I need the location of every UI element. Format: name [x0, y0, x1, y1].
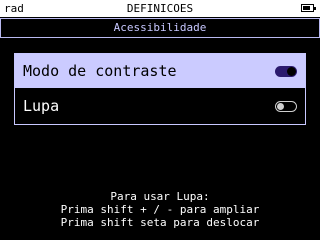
magnifier-toggle[interactable]	[275, 101, 297, 112]
screen-title: DEFINICOES	[126, 2, 194, 15]
battery-icon	[301, 4, 316, 12]
menu-item-label: Lupa	[23, 97, 60, 115]
help-line: Prima shift seta para deslocar	[60, 216, 260, 229]
battery-level	[303, 6, 310, 10]
menu-item-label: Modo de contraste	[23, 62, 177, 80]
help-line: Prima shift + / - para ampliar	[60, 203, 260, 216]
section-title: Acessibilidade	[0, 18, 320, 38]
help-text: Para usar Lupa: Prima shift + / - para a…	[0, 190, 320, 229]
toggle-knob	[287, 67, 296, 76]
menu-item-contrast-mode[interactable]: Modo de contraste	[15, 54, 305, 89]
status-bar: rad DEFINICOES	[0, 0, 320, 17]
toggle-knob	[277, 103, 284, 110]
help-line: Para usar Lupa:	[110, 190, 210, 203]
settings-menu: Modo de contraste Lupa	[14, 53, 306, 125]
menu-item-magnifier[interactable]: Lupa	[15, 89, 305, 124]
contrast-mode-toggle[interactable]	[275, 66, 297, 77]
